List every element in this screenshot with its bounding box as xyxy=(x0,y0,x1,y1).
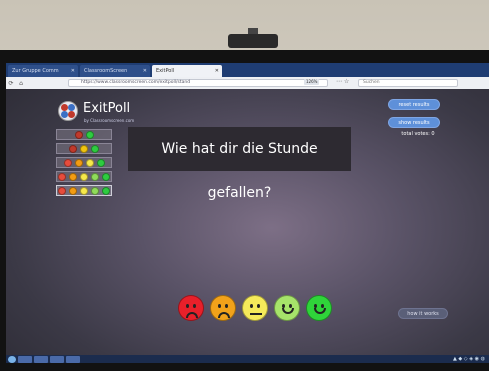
smiley-icon xyxy=(63,158,72,167)
browser-tab[interactable]: Zur Gruppe Comm ✕ xyxy=(8,65,78,77)
smiley-icon xyxy=(58,186,66,195)
start-icon[interactable] xyxy=(8,355,16,363)
answer-option-1[interactable] xyxy=(56,129,112,140)
taskbar-app[interactable] xyxy=(66,355,80,363)
smiley-icon xyxy=(69,172,77,181)
smiley-icon xyxy=(80,144,88,153)
happy-face-button[interactable] xyxy=(274,295,300,321)
tab-label: ExitPoll xyxy=(156,68,175,74)
search-input[interactable]: Suchen xyxy=(358,79,458,87)
taskbar-app[interactable] xyxy=(50,355,64,363)
smiley-icon xyxy=(58,172,66,181)
smiley-icon xyxy=(74,158,83,167)
smiley-icon xyxy=(69,144,77,153)
smiley-icon xyxy=(91,144,99,153)
smiley-icon xyxy=(80,186,88,195)
monitor-screen: Zur Gruppe Comm ✕ ClassroomScreen ✕ Exit… xyxy=(6,63,489,363)
answer-option-2[interactable] xyxy=(56,143,112,154)
total-votes: total votes: 0 xyxy=(401,131,435,137)
unhappy-face-button[interactable] xyxy=(210,295,236,321)
browser-toolbar: ⟳ ⌂ https://www.classroomscreen.com/exit… xyxy=(6,77,489,89)
close-icon[interactable]: ✕ xyxy=(71,65,75,77)
reload-icon[interactable]: ⟳ xyxy=(6,80,16,87)
question-text[interactable]: Wie hat dir die Stunde gefallen? xyxy=(128,127,351,201)
answer-options-list xyxy=(56,129,112,199)
system-tray[interactable]: ▲ ◆ ◇ ◈ ◉ ◍ xyxy=(453,356,485,362)
vote-faces xyxy=(178,295,332,321)
tab-label: Zur Gruppe Comm xyxy=(12,68,59,74)
smiley-icon xyxy=(91,186,99,195)
very-happy-face-button[interactable] xyxy=(306,295,332,321)
smiley-icon xyxy=(85,130,94,139)
home-icon[interactable]: ⌂ xyxy=(16,80,26,87)
smiley-icon xyxy=(102,172,110,181)
very-unhappy-face-button[interactable] xyxy=(178,295,204,321)
app-byline: by Classroomscreen.com xyxy=(84,118,135,123)
neutral-face-button[interactable] xyxy=(242,295,268,321)
smiley-icon xyxy=(96,158,105,167)
app-title: ExitPoll xyxy=(83,101,131,116)
reset-results-button[interactable]: reset results xyxy=(388,99,440,110)
smiley-icon xyxy=(91,172,99,181)
smiley-icon xyxy=(69,186,77,195)
tab-label: ClassroomScreen xyxy=(84,68,128,74)
address-bar[interactable]: https://www.classroomscreen.com/exitpoll… xyxy=(68,79,328,87)
answer-option-5[interactable] xyxy=(56,185,112,196)
close-icon[interactable]: ✕ xyxy=(215,65,219,77)
answer-option-4[interactable] xyxy=(56,171,112,182)
taskbar: ▲ ◆ ◇ ◈ ◉ ◍ xyxy=(6,355,489,363)
exitpoll-logo xyxy=(58,101,78,121)
taskbar-app[interactable] xyxy=(18,355,32,363)
zoom-level[interactable]: 126% xyxy=(304,79,320,85)
smiley-icon xyxy=(80,172,88,181)
smiley-icon xyxy=(102,186,110,195)
browser-tab[interactable]: ClassroomScreen ✕ xyxy=(80,65,150,77)
smiley-icon xyxy=(85,158,94,167)
how-it-works-button[interactable]: how it works xyxy=(398,308,448,319)
browser-tab-bar: Zur Gruppe Comm ✕ ClassroomScreen ✕ Exit… xyxy=(6,63,489,77)
answer-option-3[interactable] xyxy=(56,157,112,168)
webcam xyxy=(228,28,278,48)
show-results-button[interactable]: show results xyxy=(388,117,440,128)
browser-tab-active[interactable]: ExitPoll ✕ xyxy=(152,65,222,77)
close-icon[interactable]: ✕ xyxy=(143,65,147,77)
taskbar-app[interactable] xyxy=(34,355,48,363)
star-icon[interactable]: ⋯ ☆ xyxy=(336,78,349,85)
smiley-icon xyxy=(74,130,83,139)
